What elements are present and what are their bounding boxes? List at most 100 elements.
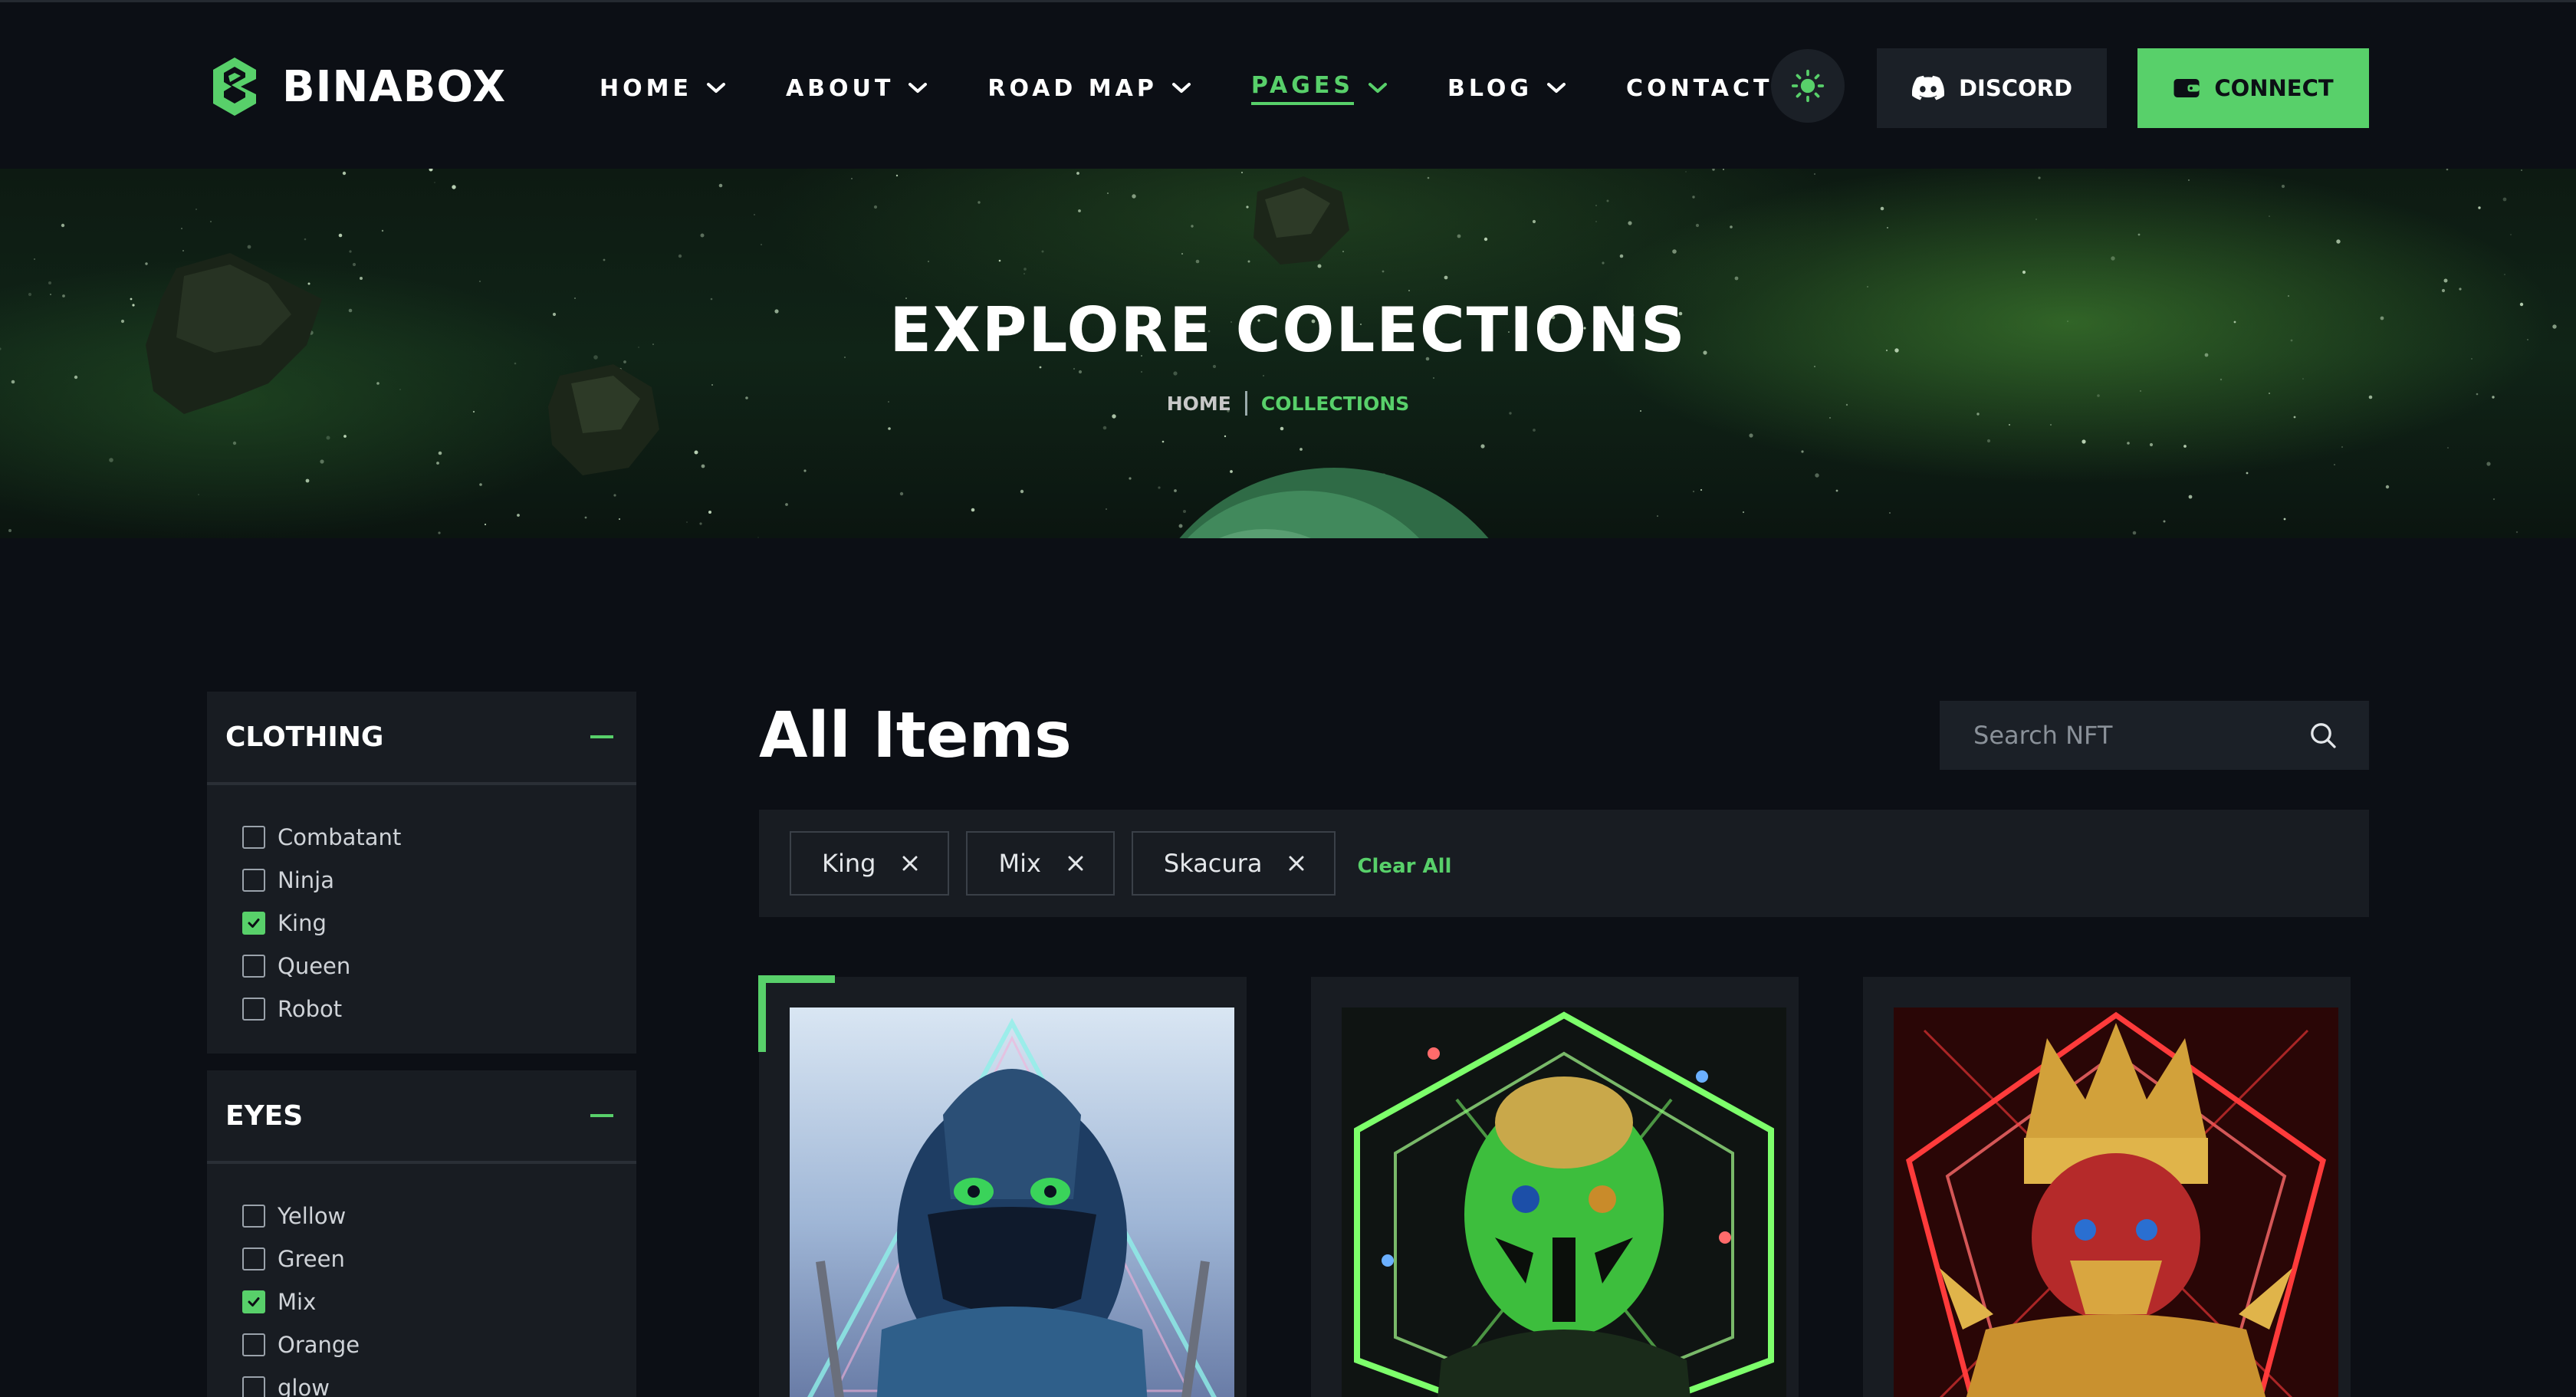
breadcrumb-separator bbox=[1244, 391, 1247, 416]
clear-all-button[interactable]: Clear All bbox=[1357, 855, 1451, 878]
filter-group-header[interactable]: CLOTHING bbox=[207, 692, 636, 785]
filter-option-glow[interactable]: glow bbox=[242, 1366, 636, 1397]
filter-option-label: Combatant bbox=[278, 824, 402, 850]
nft-card[interactable] bbox=[1311, 977, 1799, 1397]
checkbox[interactable] bbox=[242, 955, 265, 978]
brand-name: BINABOX bbox=[282, 61, 507, 112]
active-filters-bar: King Mix Skacura Clear All bbox=[759, 810, 2369, 917]
chevron-down-icon bbox=[1171, 83, 1191, 93]
breadcrumb-current: COLLECTIONS bbox=[1260, 392, 1410, 415]
filter-option-label: King bbox=[278, 910, 327, 936]
breadcrumb: HOME COLLECTIONS bbox=[0, 391, 2576, 416]
close-icon[interactable] bbox=[902, 855, 918, 872]
nav-item-blog[interactable]: BLOG bbox=[1447, 75, 1566, 102]
filter-group-title: CLOTHING bbox=[225, 721, 384, 753]
section-title: All Items bbox=[759, 699, 1072, 772]
chevron-down-icon bbox=[909, 83, 928, 93]
breadcrumb-home-link[interactable]: HOME bbox=[1167, 393, 1231, 415]
chevron-down-icon bbox=[1368, 83, 1387, 93]
filter-option-orange[interactable]: Orange bbox=[242, 1323, 636, 1366]
nav-item-label: CONTACT bbox=[1626, 74, 1773, 102]
filter-group-title: EYES bbox=[225, 1100, 304, 1132]
filter-chip: King bbox=[790, 831, 950, 896]
nav-item-label: HOME bbox=[600, 74, 692, 102]
filter-option-green[interactable]: Green bbox=[242, 1238, 636, 1280]
nav-item-contact[interactable]: CONTACT bbox=[1626, 75, 1773, 102]
search-input[interactable] bbox=[1973, 721, 2295, 750]
collapse-icon[interactable] bbox=[590, 1114, 613, 1117]
filter-option-list: Combatant Ninja King Queen Robot bbox=[207, 785, 636, 1030]
checkbox[interactable] bbox=[242, 826, 265, 849]
filter-option-label: Queen bbox=[278, 953, 351, 979]
filter-chip-label: Skacura bbox=[1163, 849, 1263, 878]
discord-icon bbox=[1911, 75, 1944, 100]
site-header: BINABOX HOME ABOUT ROAD MAP PAGES BLOG CONTAC… bbox=[0, 0, 2576, 169]
checkbox[interactable] bbox=[242, 1247, 265, 1270]
filter-option-queen[interactable]: Queen bbox=[242, 945, 636, 988]
filter-option-combatant[interactable]: Combatant bbox=[242, 816, 636, 859]
close-icon[interactable] bbox=[1067, 855, 1084, 872]
discord-button[interactable]: DISCORD bbox=[1877, 48, 2107, 128]
connect-wallet-button[interactable]: CONNECT bbox=[2137, 48, 2369, 128]
nav-item-label: ABOUT bbox=[785, 74, 895, 102]
checkbox[interactable] bbox=[242, 1205, 265, 1228]
nft-image[interactable] bbox=[1894, 1007, 2338, 1397]
filter-option-label: Mix bbox=[278, 1289, 317, 1315]
filter-option-label: glow bbox=[278, 1375, 330, 1397]
nav-item-about[interactable]: ABOUT bbox=[786, 75, 928, 102]
filter-chip-label: Mix bbox=[998, 849, 1041, 878]
page-title: EXPLORE COLECTIONS bbox=[889, 294, 1687, 366]
nft-card[interactable] bbox=[758, 975, 1247, 1397]
filter-option-list: Yellow Green Mix Orange glow bbox=[207, 1164, 636, 1397]
filter-option-king[interactable]: King bbox=[242, 902, 636, 945]
chevron-down-icon bbox=[706, 83, 725, 93]
filter-option-label: Ninja bbox=[278, 867, 334, 893]
filter-option-yellow[interactable]: Yellow bbox=[242, 1195, 636, 1238]
checkbox[interactable] bbox=[242, 1376, 265, 1397]
filter-option-mix[interactable]: Mix bbox=[242, 1280, 636, 1323]
brand-logo[interactable]: BINABOX bbox=[204, 54, 506, 119]
filter-option-label: Yellow bbox=[278, 1203, 347, 1229]
filter-option-ninja[interactable]: Ninja bbox=[242, 859, 636, 902]
main-nav: HOME ABOUT ROAD MAP PAGES BLOG CONTACT bbox=[600, 64, 1833, 113]
nav-item-label: BLOG bbox=[1447, 74, 1533, 102]
nft-image[interactable] bbox=[1342, 1007, 1786, 1397]
search-box bbox=[1940, 701, 2369, 770]
wallet-icon bbox=[2174, 79, 2200, 97]
filter-chip: Mix bbox=[966, 831, 1115, 896]
nav-item-road-map[interactable]: ROAD MAP bbox=[987, 75, 1191, 102]
nav-item-label: ROAD MAP bbox=[987, 74, 1158, 102]
nav-item-home[interactable]: HOME bbox=[600, 75, 726, 102]
filter-chip-label: King bbox=[822, 849, 876, 878]
search-icon[interactable] bbox=[2308, 720, 2338, 751]
filter-group-clothing: CLOTHING Combatant Ninja King Queen Robot bbox=[207, 692, 636, 1054]
king-artwork bbox=[1894, 1007, 2338, 1397]
alien-artwork bbox=[1342, 1007, 1786, 1397]
checkbox[interactable] bbox=[242, 1290, 265, 1313]
checkbox[interactable] bbox=[242, 1333, 265, 1356]
checkmark-icon bbox=[248, 1297, 260, 1307]
ninja-artwork bbox=[790, 1007, 1234, 1397]
nav-item-label: PAGES bbox=[1250, 72, 1354, 105]
filter-option-label: Robot bbox=[278, 996, 343, 1022]
filter-chip: Skacura bbox=[1131, 831, 1336, 896]
close-icon[interactable] bbox=[1288, 855, 1305, 872]
filter-option-label: Green bbox=[278, 1246, 345, 1272]
theme-toggle-button[interactable] bbox=[1771, 49, 1845, 123]
hero-banner: EXPLORE COLECTIONS HOME COLLECTIONS bbox=[0, 169, 2576, 538]
discord-label: DISCORD bbox=[1958, 75, 2073, 101]
checkbox[interactable] bbox=[242, 912, 265, 935]
logo-mark-icon bbox=[213, 58, 256, 116]
collapse-icon[interactable] bbox=[590, 735, 613, 738]
nft-card[interactable] bbox=[1863, 977, 2351, 1397]
filter-group-eyes: EYES Yellow Green Mix Orange glow bbox=[207, 1070, 636, 1397]
checkbox[interactable] bbox=[242, 869, 265, 892]
filter-option-label: Orange bbox=[278, 1332, 360, 1358]
chevron-down-icon bbox=[1547, 83, 1566, 93]
nft-image[interactable] bbox=[790, 1007, 1234, 1397]
checkbox[interactable] bbox=[242, 998, 265, 1021]
filter-group-header[interactable]: EYES bbox=[207, 1070, 636, 1164]
nav-item-pages[interactable]: PAGES bbox=[1250, 72, 1388, 105]
checkmark-icon bbox=[248, 919, 260, 928]
filter-option-robot[interactable]: Robot bbox=[242, 988, 636, 1030]
